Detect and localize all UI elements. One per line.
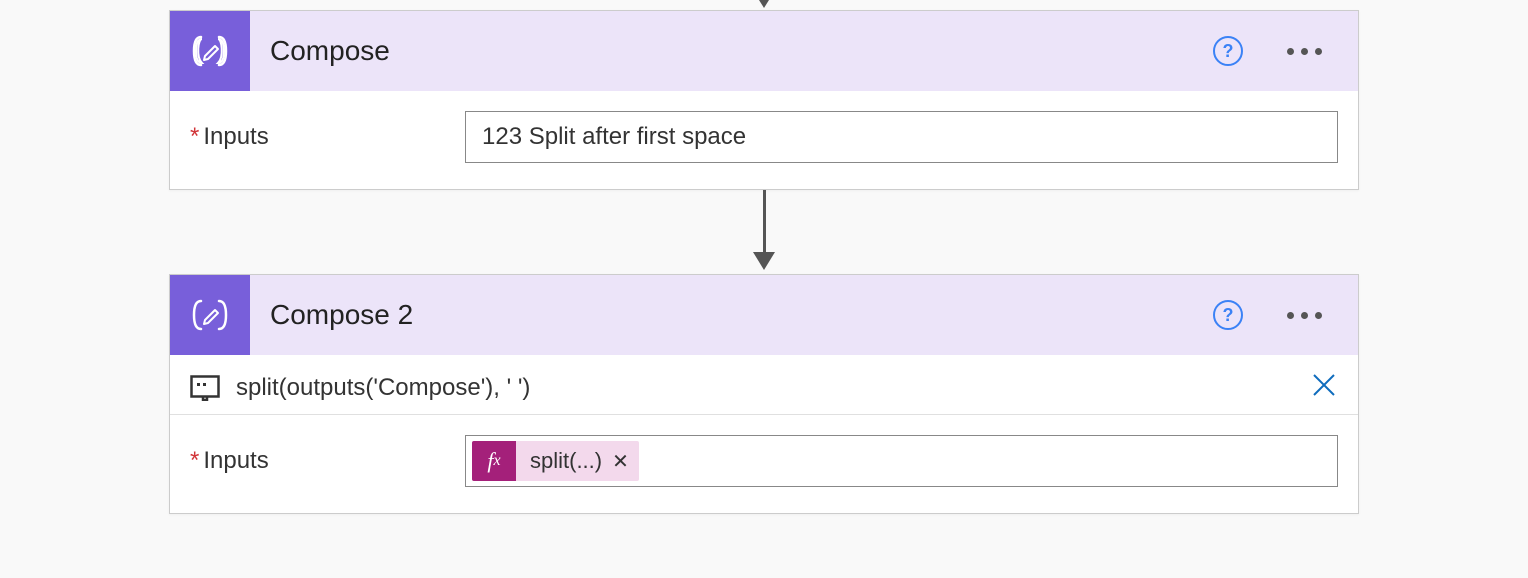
expression-peek-row: split(outputs('Compose'), ' ') <box>170 355 1358 415</box>
help-button[interactable]: ? <box>1213 300 1243 330</box>
step-compose-2: Compose 2 ? split(outputs('Compose') <box>169 274 1359 514</box>
close-peek-button[interactable] <box>1310 371 1338 404</box>
step-compose: Compose ? *Inputs 123 Split after first … <box>169 10 1359 190</box>
token-label: split(...) <box>516 448 612 474</box>
fx-icon: fx <box>472 441 516 481</box>
more-menu-button[interactable] <box>1279 304 1330 327</box>
step-title: Compose 2 <box>270 299 413 331</box>
help-button[interactable]: ? <box>1213 36 1243 66</box>
inputs-label: *Inputs <box>190 447 465 475</box>
expression-token[interactable]: fx split(...) ✕ <box>472 441 639 481</box>
inputs-field[interactable]: fx split(...) ✕ <box>465 435 1338 487</box>
expression-text: split(outputs('Compose'), ' ') <box>236 374 1294 402</box>
step-header[interactable]: Compose 2 ? <box>170 275 1358 355</box>
more-menu-button[interactable] <box>1279 40 1330 63</box>
connector-arrow <box>753 190 775 274</box>
compose-icon <box>170 275 250 355</box>
flow-canvas: Compose ? *Inputs 123 Split after first … <box>0 0 1528 514</box>
compose-icon <box>170 11 250 91</box>
peek-code-icon <box>190 375 220 401</box>
step-header[interactable]: Compose ? <box>170 11 1358 91</box>
step-title: Compose <box>270 35 390 67</box>
inputs-field[interactable]: 123 Split after first space <box>465 111 1338 163</box>
remove-token-button[interactable]: ✕ <box>612 449 639 474</box>
inputs-label: *Inputs <box>190 123 465 151</box>
